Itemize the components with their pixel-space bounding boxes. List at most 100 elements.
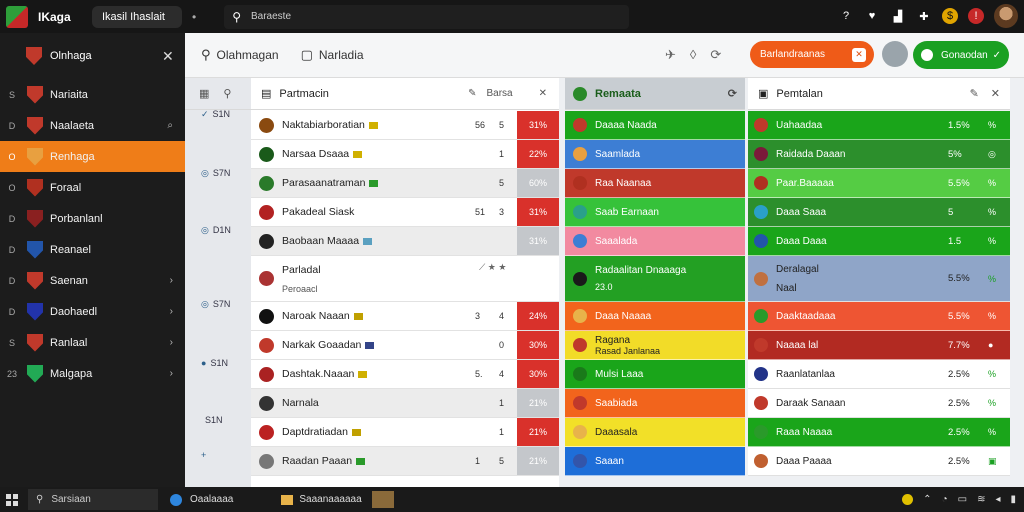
color-row[interactable]: Saaan [565,447,745,476]
table-row[interactable]: Parasaanatraman 5 60% [251,169,559,198]
sidebar-item[interactable]: D Naalaeta ⌕ [0,110,185,141]
taskbar-search[interactable]: ⚲ Sarsiaan [28,489,158,510]
color-row[interactable]: Saaalada [565,227,745,256]
star-rating-icons[interactable]: ⟋ ★ ★ [479,262,506,273]
color-row[interactable]: Daaa Naaaa [565,302,745,331]
stat-row[interactable]: Daraak Sanaan 2.5%% [748,389,1010,418]
chevron-right-icon[interactable]: › [170,275,173,286]
sidebar-item[interactable]: D Porbanlanl [0,203,185,234]
edit-icon[interactable]: ✎ [468,88,476,99]
table-row[interactable]: Narsaa Dsaaa 1 22% [251,140,559,169]
chevron-right-icon[interactable]: › [170,337,173,348]
table-row[interactable]: Raadan Paaan 1 5 21% [251,447,559,476]
tray-battery-icon[interactable]: ▮ [1010,494,1016,505]
chevron-right-icon[interactable]: ⌕ [167,120,173,131]
filter-chat[interactable]: ▢ Narladia [301,47,364,63]
table-row[interactable]: Parladal Peroaacl ⟋ ★ ★ [251,256,559,302]
color-row[interactable]: Saamlada [565,140,745,169]
window-title-tab[interactable]: Ikasil Ihaslait [92,5,182,28]
refresh-icon[interactable]: ⟳ [710,47,721,63]
search-icon[interactable]: ⚲ [223,87,231,100]
stat-row[interactable]: Raidada Daaan 5% ◎ [748,140,1010,169]
close-icon[interactable]: ✕ [991,87,1000,100]
taskbar-thumbnail[interactable] [371,491,394,508]
color-row[interactable]: Mulsi Laaa [565,360,745,389]
alert-icon[interactable]: ! [968,8,984,24]
close-icon[interactable]: ✕ [162,48,174,65]
sidebar-item[interactable]: O Renhaga [0,141,185,172]
sidebar-item[interactable]: D Saenan › [0,265,185,296]
table-row[interactable]: Dashtak.Naaan 5. 4 30% [251,360,559,389]
sidebar-item[interactable]: 23 Malgapa › [0,358,185,389]
gutter-cell[interactable]: ✓ S1N [185,106,251,122]
orange-action-button[interactable]: Barlandraanas ✕ [750,41,874,68]
table-row[interactable]: Narnala 1 21% [251,389,559,418]
tray-display-icon[interactable]: ▭ [958,494,967,505]
color-row[interactable]: Ragana Rasad Janlanaa [565,331,745,360]
sidebar-item[interactable]: D Daohaedl › [0,296,185,327]
table-row[interactable]: Narkak Goaadan 0 30% [251,331,559,360]
notification-icon[interactable]: ♥ [864,8,880,24]
chevron-right-icon[interactable]: › [170,306,173,317]
edit-icon[interactable]: ✎ [970,87,979,100]
help-icon[interactable]: ? [838,8,854,24]
stat-row[interactable]: Deralagal Naal 5.5%% [748,256,1010,302]
gutter-cell[interactable]: ◎ D1N [185,222,251,238]
chevron-right-icon[interactable]: › [170,368,173,379]
close-icon[interactable]: ✕ [539,88,547,99]
pin-icon[interactable]: ✈ [665,47,676,63]
sidebar-item[interactable]: D Reanael [0,234,185,265]
refresh-icon[interactable]: ⟳ [728,87,737,100]
gutter-cell[interactable]: ● S1N [185,355,251,371]
green-action-button[interactable]: Gonaodan ✓ [913,41,1009,69]
color-row[interactable]: Radaalitan Dnaaaga 23.0 [565,256,745,302]
table-row[interactable]: Pakadeal Siask 51 3 31% [251,198,559,227]
gutter-cell[interactable]: + [185,447,251,463]
filter-search[interactable]: ⚲ Olahmagan [201,47,279,63]
tray-sound-icon[interactable]: ◂ [995,494,1000,505]
color-row[interactable]: Raa Naanaa [565,169,745,198]
table-row[interactable]: Daptdratiadan 1 21% [251,418,559,447]
taskbar-app-browser[interactable]: Oaalaaaa [170,493,233,506]
tray-wifi-icon[interactable]: ≋ [977,494,985,505]
tray-network-icon[interactable]: ◔ [942,494,948,505]
sidebar-item[interactable]: O Foraal [0,172,185,203]
stat-row[interactable]: Daaa Daaa 1.5% [748,227,1010,256]
grid-icon[interactable]: ▦ [199,87,209,100]
tray-up-icon[interactable]: ⌃ [923,494,931,505]
stat-row[interactable]: Raaa Naaaa 2.5%% [748,418,1010,447]
stat-row[interactable]: Daaktaadaaa 5.5%% [748,302,1010,331]
stat-row[interactable]: Paar.Baaaaa 5.5%% [748,169,1010,198]
coin-icon[interactable]: $ [942,8,958,24]
windows-start-icon[interactable] [6,493,18,506]
top-search-bar[interactable]: ⚲ Baraeste [224,4,630,29]
stat-row[interactable]: Uahaadaa 1.5%% [748,111,1010,140]
avatar[interactable] [994,4,1018,28]
sidebar-item[interactable]: S Ranlaal › [0,327,185,358]
stat-row[interactable]: Daaa Saaa 5% [748,198,1010,227]
color-row[interactable]: Saab Earnaan [565,198,745,227]
menu-dot-icon[interactable]: • [192,10,196,24]
gutter-cell[interactable]: ◎ S7N [185,165,251,181]
round-toggle-button[interactable] [882,41,908,67]
stat-row[interactable]: Raanlatanlaa 2.5%% [748,360,1010,389]
table-row[interactable]: Baobaan Maaaa 31% [251,227,559,256]
center-tool-label[interactable]: Barsa [486,88,512,99]
clear-icon[interactable]: ✕ [852,47,866,62]
chart-icon[interactable]: ▟ [890,8,906,24]
color-row[interactable]: Saabiada [565,389,745,418]
sidebar-item-number: D [8,275,16,286]
color-row[interactable]: Daaasala [565,418,745,447]
table-row[interactable]: Naroak Naaan 3 4 24% [251,302,559,331]
sidebar-item[interactable]: S Nariaita [0,79,185,110]
puzzle-icon[interactable]: ✚ [916,8,932,24]
table-row[interactable]: Naktabiarboratian 56 5 31% [251,111,559,140]
taskbar-app-folder[interactable]: Saaanaaaaaa [281,494,362,505]
stat-row[interactable]: Naaaa lal 7.7% ● [748,331,1010,360]
tray-status-icon[interactable] [902,494,914,505]
shield-outline-icon[interactable]: ◊ [690,47,696,63]
gutter-cell[interactable]: S1N [185,412,251,428]
gutter-cell[interactable]: ◎ S7N [185,296,251,312]
stat-row[interactable]: Daaa Paaaa 2.5% ▣ [748,447,1010,476]
color-row[interactable]: Daaaa Naada [565,111,745,140]
